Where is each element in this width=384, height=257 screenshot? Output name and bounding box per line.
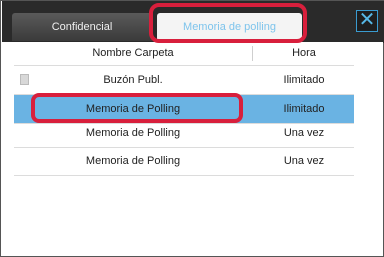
- row-highlight-annotation: [31, 93, 243, 123]
- row-folder-name: Buzón Publ.: [103, 74, 163, 86]
- row-time: Una vez: [283, 155, 325, 167]
- tab-highlight-annotation: [149, 3, 307, 43]
- table-row[interactable]: Memoria de Polling Una vez: [14, 119, 354, 148]
- table-row[interactable]: Buzón Publ. Ilimitado: [14, 66, 354, 95]
- row-time: Una vez: [283, 127, 325, 139]
- scroll-area: [354, 42, 383, 182]
- row-folder-name: Memoria de Polling: [85, 127, 181, 139]
- close-icon[interactable]: ✕: [356, 10, 378, 32]
- tab-confidential[interactable]: Confidencial: [12, 13, 152, 41]
- header-time[interactable]: Hora: [254, 42, 354, 65]
- header-folder-name[interactable]: Nombre Carpeta: [14, 42, 252, 65]
- left-margin: [1, 42, 14, 182]
- row-time: Ilimitado: [283, 74, 325, 86]
- row-folder-name: Memoria de Polling: [85, 155, 181, 167]
- table-header: Nombre Carpeta Hora: [14, 42, 354, 66]
- column-divider: [252, 46, 253, 61]
- table-row[interactable]: Memoria de Polling Una vez: [14, 147, 354, 176]
